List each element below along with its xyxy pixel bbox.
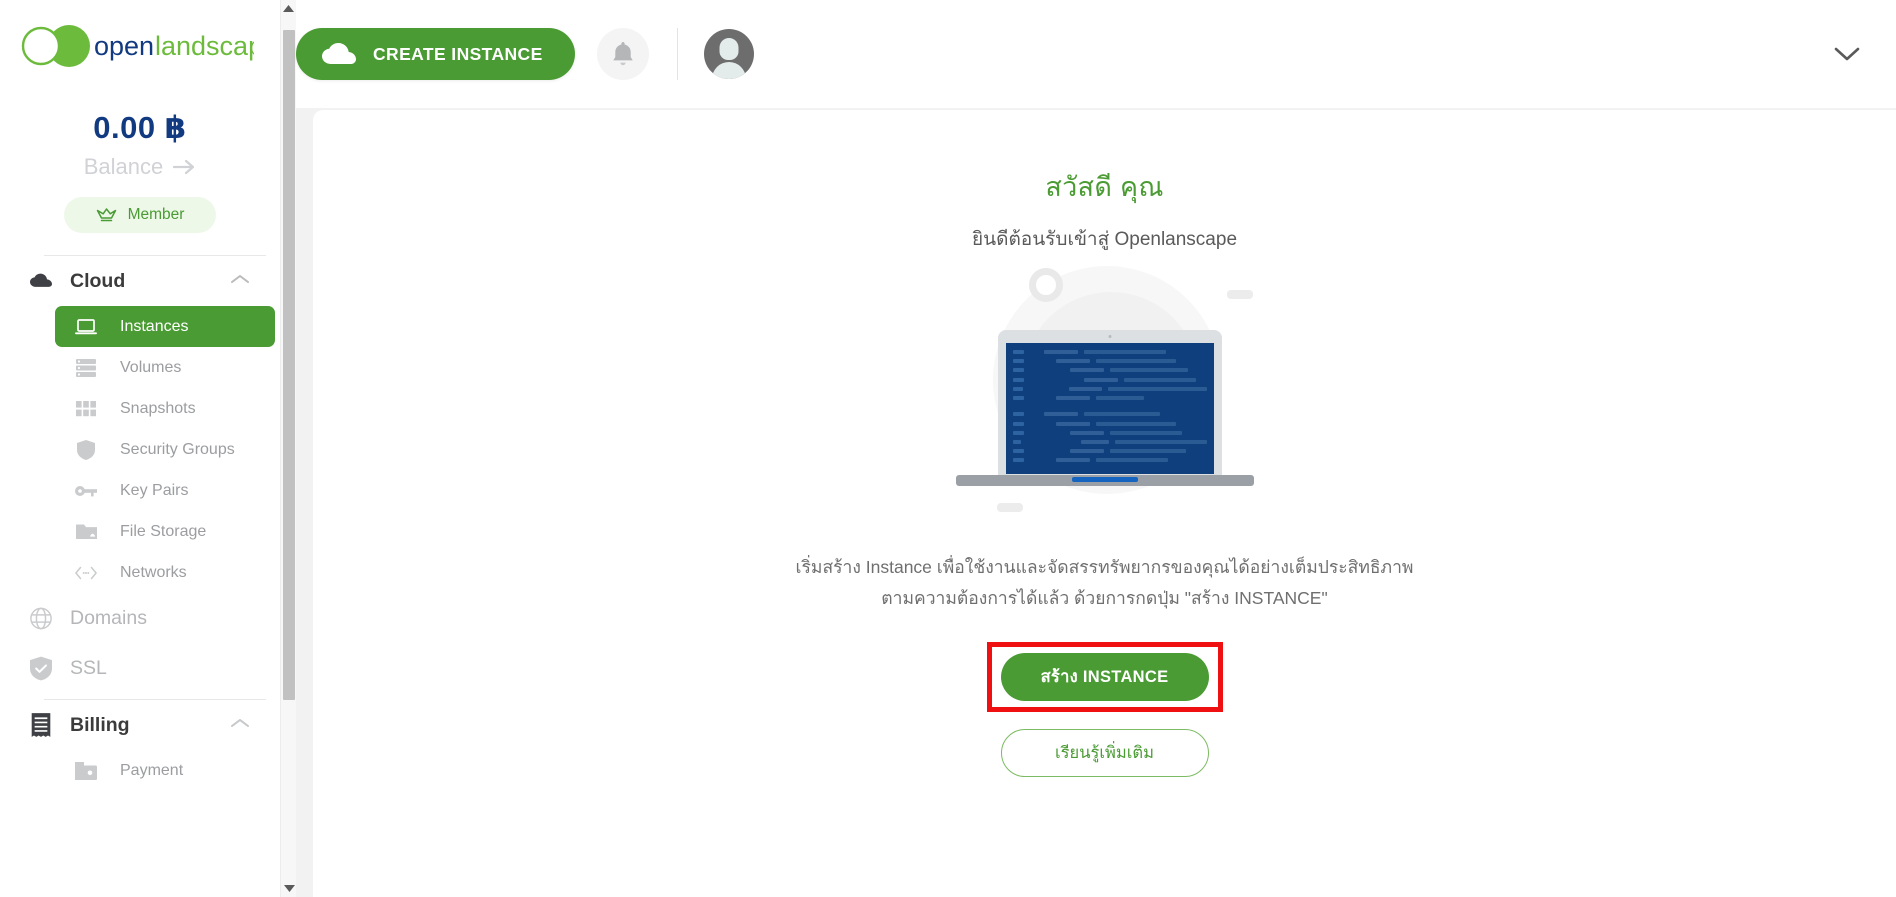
sidebar-item-label: Instances <box>120 317 189 335</box>
shield-icon <box>75 439 97 460</box>
svg-text:open: open <box>94 31 154 61</box>
header-separator <box>676 28 678 80</box>
sidebar-item-label: Snapshots <box>120 399 196 417</box>
avatar-body <box>711 62 746 79</box>
sidebar-item-security-groups[interactable]: Security Groups <box>55 429 280 470</box>
member-badge[interactable]: Member <box>64 197 216 233</box>
sidebar-item-file-storage[interactable]: File Storage <box>55 511 280 552</box>
create-instance-label: CREATE INSTANCE <box>373 43 543 64</box>
sidebar-scrollbar[interactable] <box>280 0 296 897</box>
globe-icon <box>30 605 52 632</box>
welcome-subtitle: ยินดีต้อนรับเข้าสู่ Openlanscape <box>971 229 1238 250</box>
top-header: CREATE INSTANCE <box>296 0 1896 108</box>
notifications-button[interactable] <box>596 28 649 80</box>
key-icon <box>75 485 97 497</box>
sidebar-group-label-ssl: SSL <box>70 656 107 679</box>
chevron-up-icon <box>230 272 250 290</box>
sidebar-item-label: Volumes <box>120 358 182 376</box>
cloud-icon <box>322 42 356 64</box>
laptop-base-notch <box>1071 477 1138 482</box>
sidebar-item-label: Networks <box>120 563 187 581</box>
bell-icon <box>612 41 633 65</box>
scroll-down-button[interactable] <box>281 880 297 897</box>
sidebar-item-label: Security Groups <box>120 440 235 458</box>
laptop-icon <box>75 318 97 336</box>
create-instance-button[interactable]: CREATE INSTANCE <box>296 28 575 80</box>
empty-state-panel: สวัสดี คุณ ยินดีต้อนรับเข้าสู่ Openlansc… <box>313 165 1896 777</box>
balance-label: Balance <box>83 154 164 179</box>
member-badge-label: Member <box>127 206 185 223</box>
sidebar-item-instances[interactable]: Instances <box>55 306 275 347</box>
sidebar-item-label: Payment <box>120 761 184 779</box>
shield-check-icon <box>30 655 52 682</box>
grid-icon <box>75 400 97 417</box>
openlandscape-logo-icon: open landscape <box>21 25 254 67</box>
wallet-icon <box>75 761 97 780</box>
sidebar-group-label-domains: Domains <box>70 606 147 629</box>
laptop-illustration <box>955 264 1255 532</box>
receipt-icon <box>30 711 52 739</box>
brand-logo[interactable]: open landscape <box>0 0 280 86</box>
greeting-title: สวัสดี คุณ <box>1045 172 1164 202</box>
folder-icon <box>75 523 97 540</box>
svg-text:landscape: landscape <box>155 31 254 61</box>
scroll-up-button[interactable] <box>281 0 296 17</box>
sidebar-group-ssl[interactable]: SSL <box>0 643 280 693</box>
illustration-ring <box>1028 268 1063 302</box>
balance-link[interactable]: Balance <box>0 154 280 180</box>
laptop-lid <box>997 330 1222 478</box>
create-instance-highlight-box: สร้าง INSTANCE <box>986 642 1223 712</box>
chevron-up-icon <box>230 716 250 734</box>
avatar-head <box>719 38 739 60</box>
crown-icon <box>96 208 116 222</box>
app-root: open landscape 0.00 ฿ Balance Member <box>0 0 1896 897</box>
avatar[interactable] <box>703 29 754 79</box>
sidebar-item-payment[interactable]: Payment <box>55 750 280 791</box>
server-icon <box>75 358 97 377</box>
sidebar: open landscape 0.00 ฿ Balance Member <box>0 0 280 897</box>
sidebar-group-label-billing: Billing <box>70 713 130 736</box>
cloud-icon <box>30 271 52 291</box>
sidebar-group-domains[interactable]: Domains <box>0 593 280 643</box>
description-line-2: ตามความต้องการได้แล้ว ด้วยการกดปุ่ม "สร้… <box>881 588 1328 608</box>
chevron-down-icon <box>1834 47 1860 60</box>
sidebar-item-label: Key Pairs <box>120 481 189 499</box>
learn-more-button[interactable]: เรียนรู้เพิ่มเติม <box>1000 729 1209 777</box>
account-menu-button[interactable] <box>1834 47 1860 62</box>
balance-block: 0.00 ฿ Balance Member <box>0 86 280 233</box>
illustration-dash-top-right <box>1226 290 1253 299</box>
illustration-dash-bottom-left <box>996 503 1023 512</box>
sidebar-group-billing[interactable]: Billing <box>0 700 280 750</box>
content-card: สวัสดี คุณ ยินดีต้อนรับเข้าสู่ Openlansc… <box>313 110 1896 897</box>
sidebar-group-label-cloud: Cloud <box>70 269 126 292</box>
network-icon <box>75 566 97 580</box>
empty-state-description: เริ่มสร้าง Instance เพื่อใช้งานและจัดสรร… <box>796 552 1414 614</box>
laptop-screen <box>1005 343 1214 474</box>
sidebar-item-snapshots[interactable]: Snapshots <box>55 388 280 429</box>
sidebar-item-volumes[interactable]: Volumes <box>55 347 280 388</box>
description-line-1: เริ่มสร้าง Instance เพื่อใช้งานและจัดสรร… <box>795 557 1414 577</box>
sidebar-item-label: File Storage <box>120 522 207 540</box>
create-instance-primary-button[interactable]: สร้าง INSTANCE <box>1000 653 1209 701</box>
sidebar-group-cloud[interactable]: Cloud <box>0 256 280 306</box>
scrollbar-thumb[interactable] <box>283 30 295 700</box>
arrow-right-icon <box>173 159 195 175</box>
sidebar-item-networks[interactable]: Networks <box>55 552 280 593</box>
laptop-camera <box>1108 335 1111 338</box>
balance-amount: 0.00 ฿ <box>93 110 187 145</box>
sidebar-item-key-pairs[interactable]: Key Pairs <box>55 470 280 511</box>
